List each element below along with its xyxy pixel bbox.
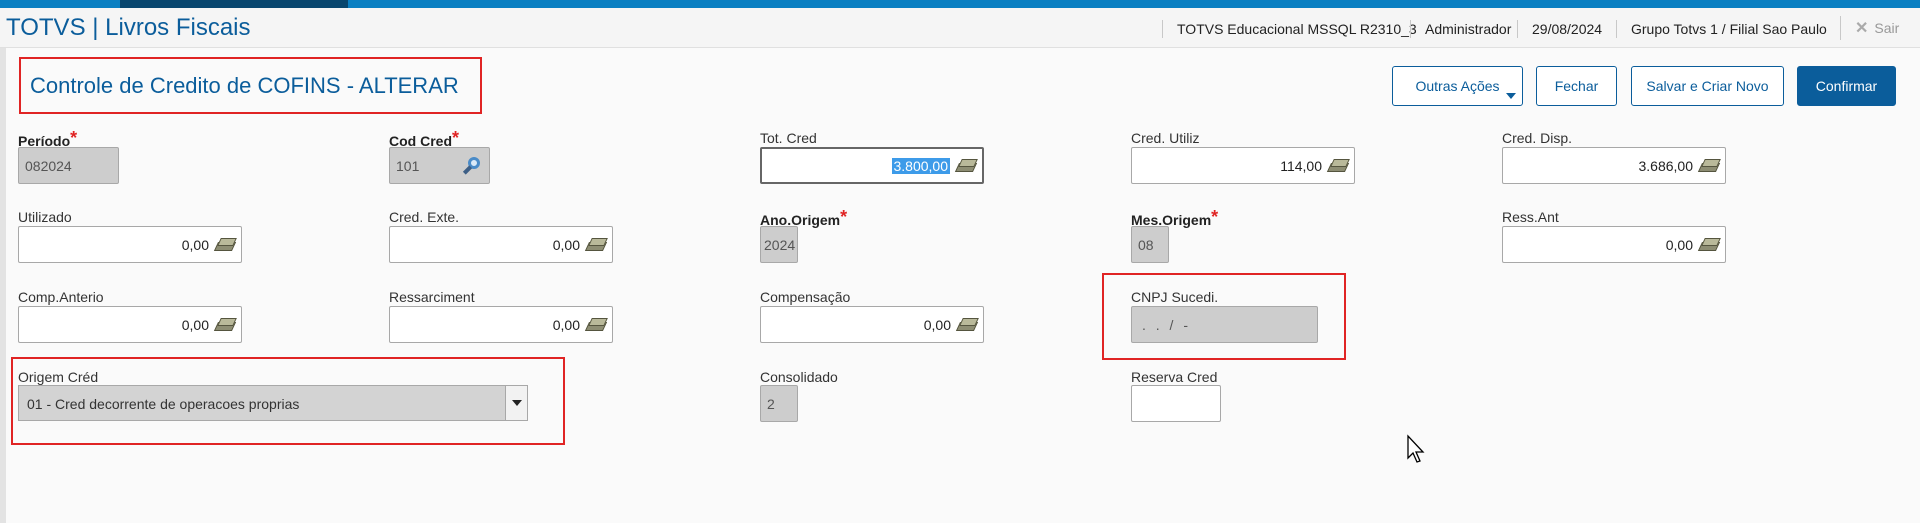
consolidado-value: 2 [767, 396, 775, 412]
compensacao-field[interactable]: 0,00 [760, 306, 984, 343]
cred-utiliz-label: Cred. Utiliz [1131, 130, 1200, 146]
consolidado-field[interactable]: 2 [760, 385, 798, 422]
environment-label: TOTVS Educacional MSSQL R2310_3 [1162, 20, 1417, 38]
title-bar: TOTVS | Livros Fiscais TOTVS Educacional… [0, 8, 1920, 48]
exit-button[interactable]: ✕ Sair [1840, 16, 1899, 40]
cod-cred-value: 101 [396, 158, 420, 174]
money-icon[interactable] [1697, 238, 1721, 252]
branch-label: Grupo Totvs 1 / Filial Sao Paulo [1616, 20, 1827, 38]
cnpj-sucedi-label: CNPJ Sucedi. [1131, 289, 1219, 305]
money-icon[interactable] [1326, 159, 1350, 173]
cred-disp-value: 3.686,00 [1638, 158, 1694, 174]
top-accent-bar [0, 0, 1920, 8]
comp-anterio-field[interactable]: 0,00 [18, 306, 242, 343]
ress-ant-value: 0,00 [1665, 237, 1693, 253]
comp-anterio-value: 0,00 [181, 317, 209, 333]
comp-anterio-label: Comp.Anterio [18, 289, 104, 305]
form-page [6, 48, 1920, 523]
search-icon[interactable] [462, 156, 483, 176]
utilizado-value: 0,00 [181, 237, 209, 253]
cnpj-sucedi-field[interactable]: . . / - [1131, 306, 1318, 343]
tot-cred-field[interactable]: 3.800,00 [760, 147, 984, 184]
app-title: TOTVS | Livros Fiscais [6, 14, 251, 41]
cod-cred-field[interactable]: 101 [389, 147, 490, 184]
money-icon[interactable] [584, 238, 608, 252]
chevron-down-icon [1506, 93, 1516, 99]
mouse-pointer-icon [1407, 434, 1425, 463]
cnpj-sucedi-value: . . / - [1142, 317, 1191, 333]
mes-origem-field[interactable]: 08 [1131, 226, 1169, 263]
reserva-cred-label: Reserva Cred [1131, 369, 1218, 385]
money-icon[interactable] [584, 318, 608, 332]
required-marker: * [840, 207, 848, 227]
money-icon[interactable] [954, 159, 978, 173]
periodo-field[interactable]: 082024 [18, 147, 119, 184]
chevron-down-icon[interactable] [505, 386, 527, 420]
ress-ant-label: Ress.Ant [1502, 209, 1559, 225]
required-marker: * [1211, 207, 1219, 227]
save-new-label: Salvar e Criar Novo [1646, 78, 1769, 94]
periodo-value: 082024 [25, 158, 72, 174]
other-actions-button[interactable]: Outras Ações [1392, 66, 1523, 106]
top-accent-segment [120, 0, 348, 8]
money-icon[interactable] [213, 238, 237, 252]
money-icon[interactable] [955, 318, 979, 332]
required-marker: * [70, 128, 78, 148]
mes-origem-value: 08 [1138, 237, 1154, 253]
cred-exte-label: Cred. Exte. [389, 209, 460, 225]
ano-origem-value: 2024 [764, 237, 796, 253]
ressarcimento-field[interactable]: 0,00 [389, 306, 613, 343]
money-icon[interactable] [1697, 159, 1721, 173]
confirm-label: Confirmar [1815, 78, 1878, 94]
form-title: Controle de Credito de COFINS - ALTERAR [30, 73, 459, 98]
cred-disp-label: Cred. Disp. [1502, 130, 1573, 146]
confirm-button[interactable]: Confirmar [1797, 66, 1896, 106]
required-marker: * [452, 128, 460, 148]
cred-disp-field[interactable]: 3.686,00 [1502, 147, 1726, 184]
money-icon[interactable] [213, 318, 237, 332]
cred-exte-value: 0,00 [552, 237, 580, 253]
origem-cred-value: 01 - Cred decorrente de operacoes propri… [27, 396, 300, 412]
cred-utiliz-field[interactable]: 114,00 [1131, 147, 1355, 184]
ano-origem-field[interactable]: 2024 [760, 226, 798, 263]
origem-cred-select[interactable]: 01 - Cred decorrente de operacoes propri… [18, 385, 528, 421]
reserva-cred-field[interactable] [1131, 385, 1221, 422]
date-label: 29/08/2024 [1517, 20, 1602, 38]
compensacao-value: 0,00 [923, 317, 951, 333]
ressarcimento-value: 0,00 [552, 317, 580, 333]
ressarcimento-label: Ressarciment [389, 289, 475, 305]
compensacao-label: Compensação [760, 289, 851, 305]
user-label: Administrador [1410, 20, 1511, 38]
utilizado-field[interactable]: 0,00 [18, 226, 242, 263]
exit-label: Sair [1874, 20, 1900, 36]
close-icon: ✕ [1855, 20, 1869, 37]
cred-exte-field[interactable]: 0,00 [389, 226, 613, 263]
tot-cred-value: 3.800,00 [891, 158, 950, 174]
origem-cred-label: Origem Créd [18, 369, 99, 385]
cred-utiliz-value: 114,00 [1280, 158, 1322, 174]
other-actions-label: Outras Ações [1415, 78, 1500, 94]
close-button[interactable]: Fechar [1536, 66, 1617, 106]
tot-cred-label: Tot. Cred [760, 130, 817, 146]
utilizado-label: Utilizado [18, 209, 72, 225]
consolidado-label: Consolidado [760, 369, 838, 385]
save-new-button[interactable]: Salvar e Criar Novo [1631, 66, 1784, 106]
ress-ant-field[interactable]: 0,00 [1502, 226, 1726, 263]
close-label: Fechar [1554, 78, 1599, 94]
